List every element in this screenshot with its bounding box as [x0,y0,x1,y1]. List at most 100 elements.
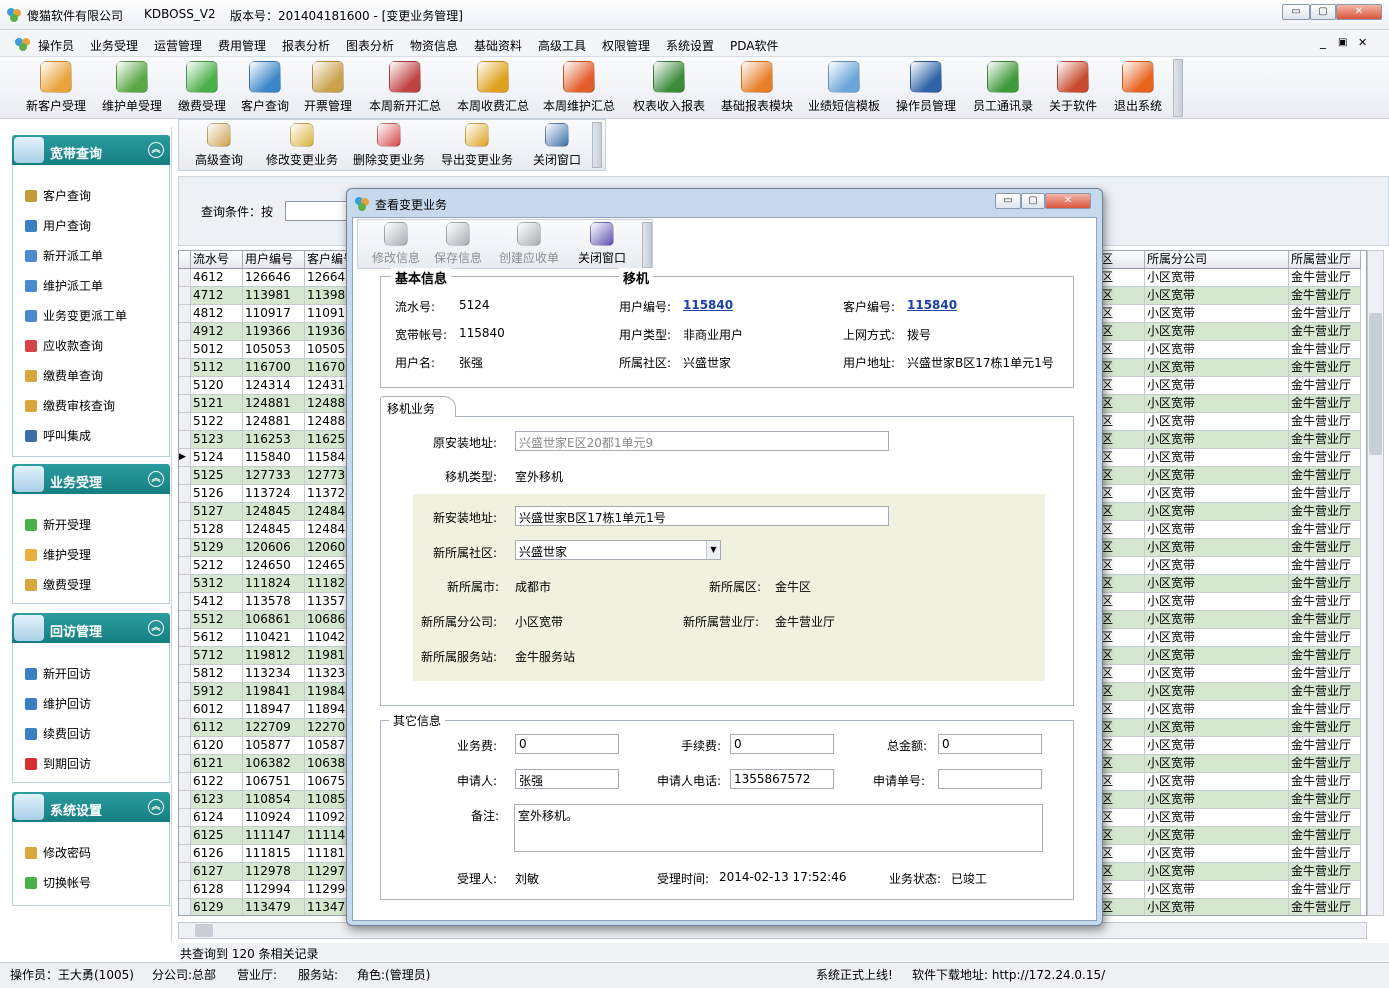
grid-vertical-scrollbar[interactable] [1367,250,1384,916]
row-header[interactable] [179,323,191,341]
row-header[interactable] [179,467,191,485]
toolbar-button[interactable]: 客户查询 [238,59,292,114]
nav-item[interactable]: 缴费单查询 [25,367,103,384]
menu-item[interactable]: 系统设置 [666,37,714,54]
toolbar-button[interactable]: 本周新开汇总 [366,59,444,114]
row-header[interactable] [179,845,191,863]
toolbar-button[interactable]: 基础报表模块 [718,59,796,114]
row-header[interactable] [179,881,191,899]
new-comm-select[interactable]: 兴盛世家 ▼ [515,540,721,560]
user-no-link[interactable]: 115840 [683,298,733,312]
old-addr-field[interactable]: 兴盛世家E区20都1单元9 [515,431,889,451]
nav-item[interactable]: 呼叫集成 [25,427,91,444]
nav-item[interactable]: 维护回访 [25,695,91,712]
row-header[interactable] [179,647,191,665]
nav-item[interactable]: 用户查询 [25,217,91,234]
row-header[interactable] [179,539,191,557]
toolbar-button[interactable]: 缴费受理 [174,59,230,114]
row-header[interactable] [179,863,191,881]
nav-group-header[interactable]: 系统设置 ︽ [12,792,170,822]
dialog-toolbar-button[interactable]: 关闭窗口 [572,221,632,266]
collapse-icon[interactable]: ︽ [148,142,164,158]
row-header[interactable] [179,287,191,305]
row-header[interactable] [179,269,191,287]
menu-item[interactable]: 操作员 [38,37,74,54]
query-field-select[interactable] [285,201,349,221]
nav-item[interactable]: 维护派工单 [25,277,103,294]
row-header[interactable] [179,701,191,719]
row-header[interactable] [179,737,191,755]
row-header[interactable] [179,683,191,701]
dialog-maximize-button[interactable]: ▢ [1021,193,1045,209]
minimize-button[interactable]: ▭ [1282,4,1310,20]
maximize-button[interactable]: ▢ [1310,4,1336,20]
menu-item[interactable]: 报表分析 [282,37,330,54]
nav-item[interactable]: 新开受理 [25,516,91,533]
menu-item[interactable]: PDA软件 [730,37,778,54]
total-field[interactable]: 0 [938,734,1042,754]
nav-item[interactable]: 缴费受理 [25,576,91,593]
row-header[interactable] [179,395,191,413]
toolbar-gripper[interactable] [1173,59,1183,117]
menu-item[interactable]: 权限管理 [602,37,650,54]
row-header[interactable] [179,611,191,629]
subtoolbar-button[interactable]: 修改变更业务 [261,122,343,168]
toolbar-button[interactable]: 本周收费汇总 [454,59,532,114]
subtoolbar-button[interactable]: 关闭窗口 [523,122,591,168]
apply-no-field[interactable] [938,769,1042,789]
row-header[interactable] [179,503,191,521]
grid-column-header[interactable]: 所属分公司 [1145,251,1289,269]
row-header[interactable] [179,629,191,647]
chevron-down-icon[interactable]: ▼ [706,541,720,559]
dialog-toolbar-button[interactable]: 修改信息 [366,221,426,266]
nav-item[interactable]: 客户查询 [25,187,91,204]
row-header[interactable] [179,557,191,575]
nav-group-header[interactable]: 回访管理 ︽ [12,613,170,643]
row-header[interactable] [179,665,191,683]
toolbar-button[interactable]: 权表收入报表 [630,59,708,114]
row-header[interactable] [179,593,191,611]
nav-item[interactable]: 修改密码 [25,844,91,861]
handle-field[interactable]: 0 [730,734,834,754]
row-header[interactable] [179,485,191,503]
nav-item[interactable]: 维护受理 [25,546,91,563]
menu-item[interactable]: 运营管理 [154,37,202,54]
collapse-icon[interactable]: ︽ [148,471,164,487]
subtoolbar-button[interactable]: 高级查询 [191,122,247,168]
row-header[interactable] [179,521,191,539]
mdi-restore-button[interactable]: ▣ [1338,37,1347,48]
collapse-icon[interactable]: ︽ [148,799,164,815]
nav-item[interactable]: 续费回访 [25,725,91,742]
row-header[interactable] [179,791,191,809]
toolbar-button[interactable]: 员工通讯录 [970,59,1036,114]
collapse-icon[interactable]: ︽ [148,620,164,636]
toolbar-button[interactable]: 关于软件 [1046,59,1100,114]
nav-item[interactable]: 到期回访 [25,755,91,772]
dialog-toolbar-button[interactable]: 创建应收单 [492,221,566,266]
nav-item[interactable]: 应收款查询 [25,337,103,354]
fee-field[interactable]: 0 [515,734,619,754]
toolbar-button[interactable]: 新客户受理 [22,59,90,114]
row-header[interactable] [179,341,191,359]
close-button[interactable]: ✕ [1336,4,1382,20]
toolbar-button[interactable]: 业绩短信模板 [804,59,884,114]
subtoolbar-button[interactable]: 删除变更业务 [347,122,431,168]
subtoolbar-button[interactable]: 导出变更业务 [435,122,519,168]
row-header[interactable] [179,413,191,431]
toolbar-button[interactable]: 操作员管理 [894,59,958,114]
nav-item[interactable]: 业务变更派工单 [25,307,127,324]
nav-group-header[interactable]: 业务受理 ︽ [12,464,170,494]
nav-item[interactable]: 缴费审核查询 [25,397,115,414]
toolbar-button[interactable]: 本周维护汇总 [540,59,618,114]
row-header[interactable] [179,575,191,593]
menu-item[interactable]: 基础资料 [474,37,522,54]
toolbar-button[interactable]: 退出系统 [1110,59,1166,114]
grid-column-header[interactable]: 客户编号 [305,251,347,269]
menu-item[interactable]: 物资信息 [410,37,458,54]
phone-field[interactable]: 1355867572 [730,769,834,789]
nav-group-header[interactable]: 宽带查询 ︽ [12,135,170,165]
grid-column-header[interactable]: 流水号 [191,251,243,269]
new-addr-field[interactable]: 兴盛世家B区17栋1单元1号 [515,506,889,526]
row-header[interactable] [179,899,191,915]
row-header[interactable] [179,809,191,827]
